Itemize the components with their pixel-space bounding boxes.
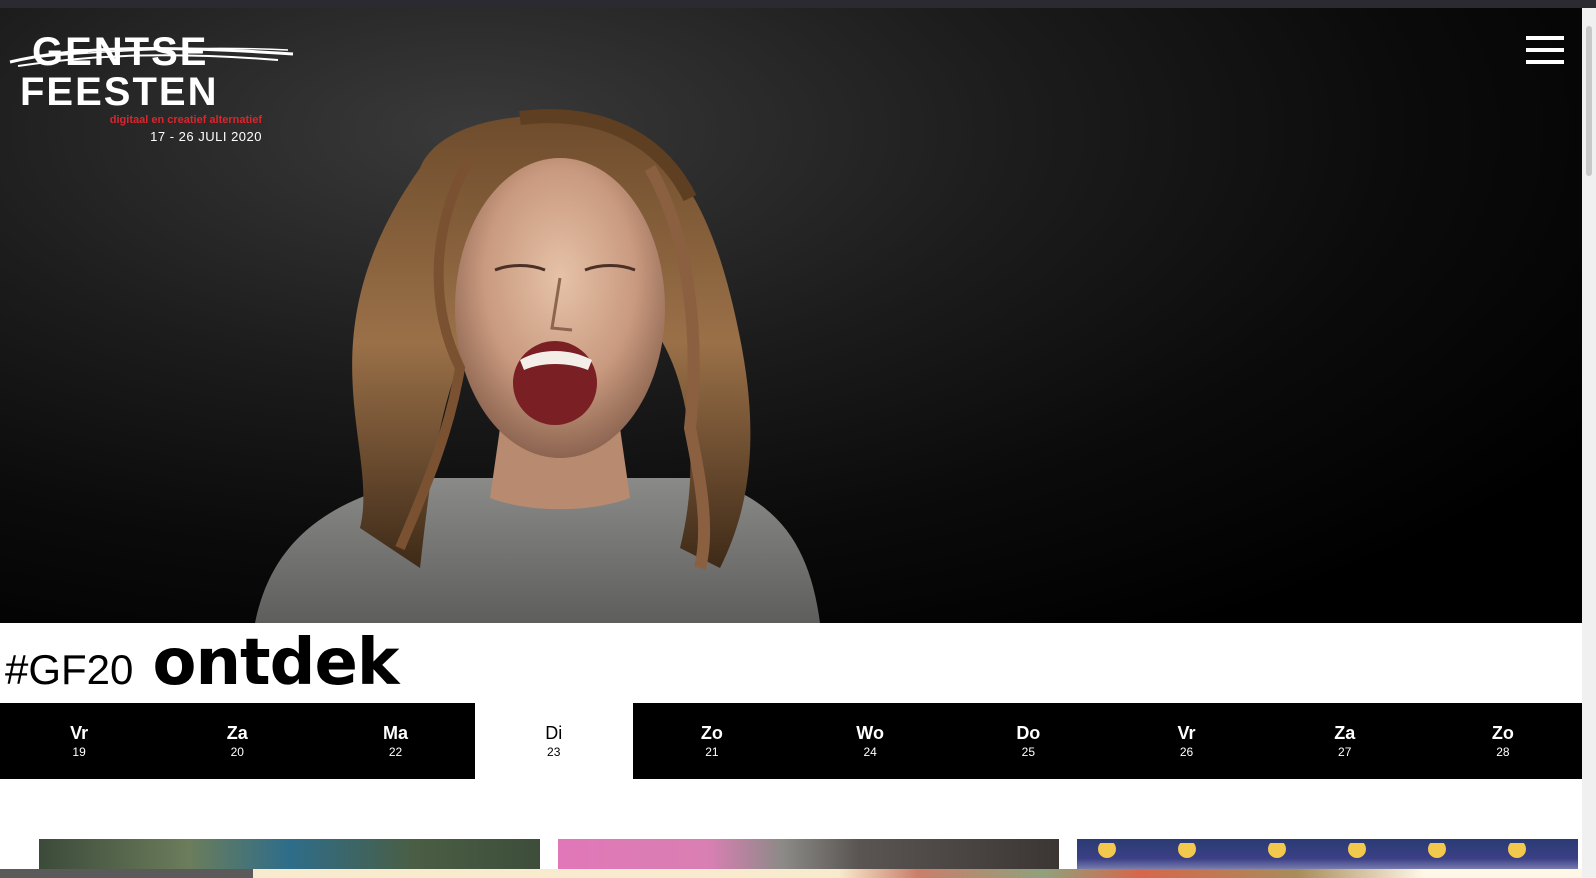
day-tab[interactable]: Za 27 (1265, 703, 1424, 779)
logo-brush-stroke (9, 46, 294, 67)
day-name: Za (226, 722, 248, 743)
logo-dates: 17 - 26 JULI 2020 (150, 129, 262, 144)
day-tab[interactable]: Ma 22 (316, 703, 475, 779)
day-number: 27 (1338, 744, 1352, 759)
day-name: Ma (383, 722, 409, 743)
day-tab[interactable]: Do 25 (949, 703, 1108, 779)
day-number: 28 (1496, 744, 1510, 759)
hashtag-label: #GF20 (5, 646, 134, 693)
day-name: Zo (700, 722, 723, 743)
day-tab[interactable]: Vr 26 (1107, 703, 1266, 779)
day-name: Vr (1177, 722, 1196, 743)
day-name: Di (545, 722, 563, 743)
browser-top-bar (0, 0, 1596, 8)
bottom-banner-strip (0, 869, 1582, 878)
page-title: ontdek (152, 626, 400, 700)
day-number: 25 (1021, 744, 1035, 759)
day-name: Za (1334, 722, 1356, 743)
lightbulbs-decoration (1098, 843, 1526, 858)
day-name: Vr (70, 722, 89, 743)
menu-bar-bottom (1526, 60, 1564, 64)
day-number: 24 (863, 744, 877, 759)
day-selector: Vr 19 Za 20 Ma 22 Di 23 Zo 21 Wo 24 Do 2… (0, 703, 1583, 779)
day-name: Wo (856, 722, 884, 743)
day-number: 19 (72, 744, 86, 759)
logo-line-2: FEESTEN (20, 70, 219, 114)
logo-subtitle: digitaal en creatief alternatief (109, 114, 262, 126)
day-tab[interactable]: Wo 24 (791, 703, 950, 779)
day-number: 23 (547, 744, 561, 759)
gentse-feesten-logo[interactable]: GENTSE FEESTEN digitaal en creatief alte… (8, 30, 298, 160)
day-number: 20 (230, 744, 244, 759)
day-number: 22 (388, 744, 403, 759)
day-tab[interactable]: Zo 28 (1423, 703, 1583, 779)
day-number: 26 (1179, 744, 1194, 759)
hero-banner: GENTSE FEESTEN digitaal en creatief alte… (0, 8, 1582, 623)
menu-bar-top (1526, 36, 1564, 40)
scrollbar-thumb[interactable] (1586, 26, 1592, 176)
day-name: Do (1016, 722, 1041, 743)
day-tab[interactable]: Za 20 (158, 703, 317, 779)
page-scrollbar[interactable] (1582, 8, 1596, 878)
day-number: 21 (705, 744, 719, 759)
page-heading: #GF20 ontdek (5, 626, 399, 700)
day-tab-active[interactable]: Di 23 (474, 703, 633, 779)
day-tab[interactable]: Vr 19 (0, 703, 159, 779)
hamburger-menu-icon[interactable] (1526, 36, 1564, 64)
day-name: Zo (1491, 722, 1514, 743)
day-tab[interactable]: Zo 21 (632, 703, 792, 779)
menu-bar-middle (1526, 48, 1564, 52)
